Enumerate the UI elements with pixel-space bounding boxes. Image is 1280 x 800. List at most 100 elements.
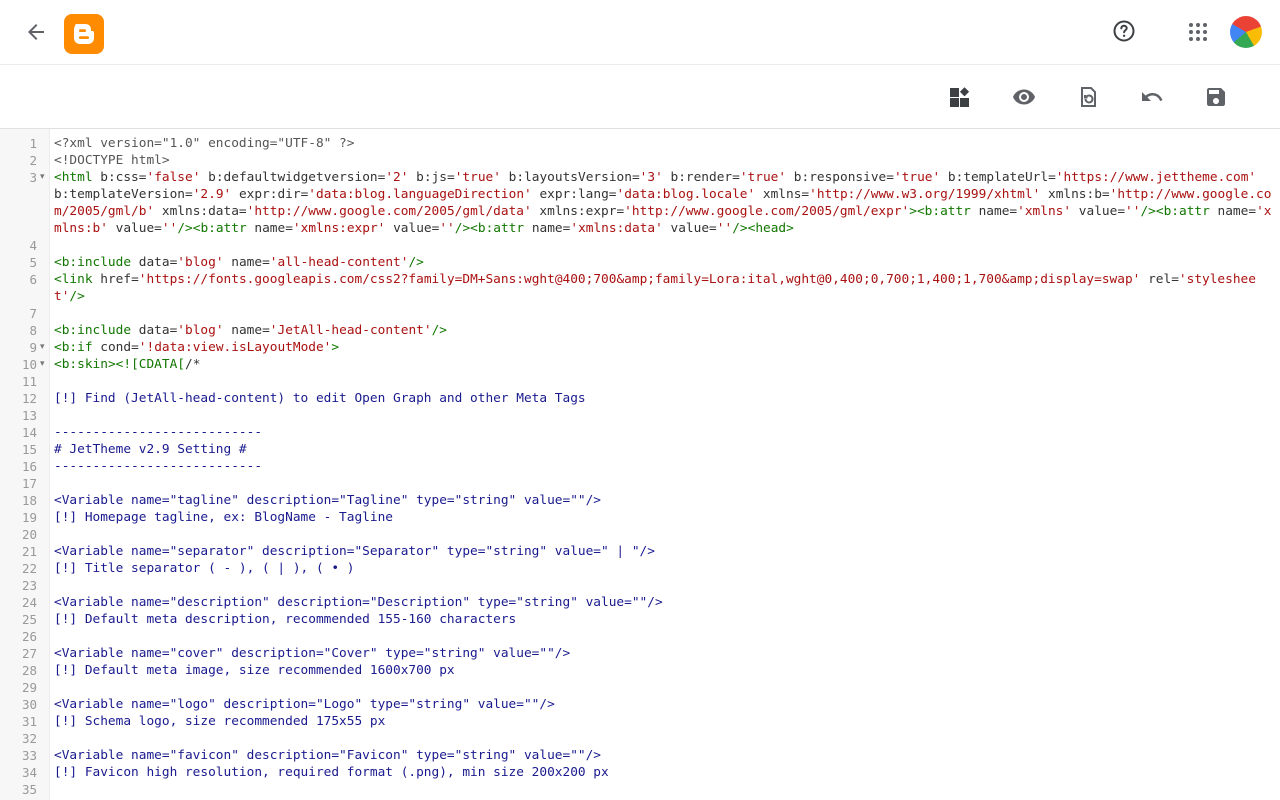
code-line[interactable]: 23 (0, 577, 1280, 594)
line-number: 3 (29, 170, 37, 185)
code-line[interactable]: 31 [!] Schema logo, size recommended 175x… (0, 713, 1280, 730)
line-number: 26 (21, 629, 37, 644)
line-number: 19 (21, 510, 37, 525)
code-line-text: [!] Default meta description, recommende… (54, 612, 517, 627)
line-number: 35 (21, 782, 37, 797)
code-line[interactable]: 35 (0, 781, 1280, 798)
code-line-text: <Variable name="logo" description="Logo"… (54, 697, 555, 712)
code-line[interactable]: 4 (0, 237, 1280, 254)
code-line-text: [!] Default meta image, size recommended… (54, 663, 455, 678)
code-line[interactable]: 2 <!DOCTYPE html> (0, 152, 1280, 169)
code-line[interactable]: 19 [!] Homepage tagline, ex: BlogName - T… (0, 509, 1280, 526)
code-line[interactable]: 29 (0, 679, 1280, 696)
line-number: 12 (21, 391, 37, 406)
line-number: 11 (21, 374, 37, 389)
back-arrow-icon[interactable] (16, 12, 56, 52)
line-number: 9 (29, 340, 37, 355)
fold-toggle-icon[interactable]: ▾ (40, 169, 45, 186)
code-line[interactable]: 22 [!] Title separator ( - ), ( | ), ( • … (0, 560, 1280, 577)
code-line[interactable]: 11 (0, 373, 1280, 390)
code-line[interactable]: 17 (0, 475, 1280, 492)
code-line[interactable]: 15 # JetTheme v2.9 Setting # (0, 441, 1280, 458)
code-line[interactable]: 6 <link href='https://fonts.googleapis.co… (0, 271, 1280, 305)
code-line-text: --------------------------- (54, 459, 263, 474)
apps-grid-icon[interactable] (1178, 12, 1218, 52)
line-number: 23 (21, 578, 37, 593)
code-line-text: --------------------------- (54, 425, 263, 440)
code-line-text: <Variable name="cover" description="Cove… (54, 646, 571, 661)
code-line[interactable]: 32 (0, 730, 1280, 747)
code-line[interactable]: 20 (0, 526, 1280, 543)
code-line-text: <Variable name="tagline" description="Ta… (54, 493, 602, 508)
code-area[interactable]: 1 <?xml version="1.0" encoding="UTF-8" ?>… (0, 135, 1280, 798)
code-line[interactable]: 24 <Variable name="description" descripti… (0, 594, 1280, 611)
fold-toggle-icon[interactable]: ▾ (40, 339, 45, 356)
code-line-text: <b:include data='blog' name='all-head-co… (54, 255, 424, 270)
code-line[interactable]: 18 <Variable name="tagline" description="… (0, 492, 1280, 509)
line-number: 15 (21, 442, 37, 457)
code-line[interactable]: 14 --------------------------- (0, 424, 1280, 441)
code-editor[interactable]: 1 <?xml version="1.0" encoding="UTF-8" ?>… (0, 129, 1280, 800)
line-number: 25 (21, 612, 37, 627)
line-number: 8 (29, 323, 37, 338)
line-number: 20 (21, 527, 37, 542)
code-line[interactable]: 30 <Variable name="logo" description="Log… (0, 696, 1280, 713)
code-line[interactable]: 26 (0, 628, 1280, 645)
top-app-bar (0, 0, 1280, 65)
line-number: 4 (29, 238, 37, 253)
line-number: 1 (29, 136, 37, 151)
code-line-text: <Variable name="separator" description="… (54, 544, 655, 559)
line-number: 34 (21, 765, 37, 780)
code-line-text: <Variable name="favicon" description="Fa… (54, 748, 602, 763)
code-line-text: <b:if cond='!data:view.isLayoutMode'> (54, 340, 340, 355)
code-line[interactable]: 28 [!] Default meta image, size recommend… (0, 662, 1280, 679)
line-number: 29 (21, 680, 37, 695)
line-number: 21 (21, 544, 37, 559)
code-line[interactable]: 27 <Variable name="cover" description="Co… (0, 645, 1280, 662)
code-line[interactable]: 16 --------------------------- (0, 458, 1280, 475)
code-line[interactable]: 9 ▾ <b:if cond='!data:view.isLayoutMode'> (0, 339, 1280, 356)
line-number: 33 (21, 748, 37, 763)
code-line[interactable]: 3 ▾ <html b:css='false' b:defaultwidgetver… (0, 169, 1280, 237)
save-icon[interactable] (1194, 75, 1238, 119)
code-line[interactable]: 12 [!] Find (JetAll-head-content) to edit… (0, 390, 1280, 407)
code-line-text: [!] Schema logo, size recommended 175x55… (54, 714, 386, 729)
code-line[interactable]: 1 <?xml version="1.0" encoding="UTF-8" ?> (0, 135, 1280, 152)
line-number: 24 (21, 595, 37, 610)
code-line-text: # JetTheme v2.9 Setting # (54, 442, 247, 457)
code-line-text: <html b:css='false' b:defaultwidgetversi… (54, 170, 1272, 236)
revert-icon[interactable] (1066, 75, 1110, 119)
code-line-text: <!DOCTYPE html> (54, 153, 170, 168)
code-line-text: <link href='https://fonts.googleapis.com… (54, 272, 1256, 304)
code-line[interactable]: 33 <Variable name="favicon" description="… (0, 747, 1280, 764)
code-line[interactable]: 10 ▾ <b:skin><![CDATA[/* (0, 356, 1280, 373)
code-line-text: <?xml version="1.0" encoding="UTF-8" ?> (54, 136, 355, 151)
line-number: 28 (21, 663, 37, 678)
account-avatar[interactable] (1230, 16, 1262, 48)
code-line[interactable]: 7 (0, 305, 1280, 322)
line-number: 17 (21, 476, 37, 491)
help-icon[interactable] (1104, 11, 1144, 51)
code-line-text: [!] Favicon high resolution, required fo… (54, 765, 609, 780)
line-number: 32 (21, 731, 37, 746)
code-line[interactable]: 21 <Variable name="separator" description… (0, 543, 1280, 560)
code-line[interactable]: 13 (0, 407, 1280, 424)
code-line-text: <Variable name="description" description… (54, 595, 663, 610)
code-line[interactable]: 8 <b:include data='blog' name='JetAll-hea… (0, 322, 1280, 339)
code-line-text: [!] Homepage tagline, ex: BlogName - Tag… (54, 510, 393, 525)
fold-toggle-icon[interactable]: ▾ (40, 356, 45, 373)
code-line[interactable]: 5 <b:include data='blog' name='all-head-c… (0, 254, 1280, 271)
code-line-text: [!] Title separator ( - ), ( | ), ( • ) (54, 561, 355, 576)
jump-to-widget-icon[interactable] (938, 75, 982, 119)
code-line[interactable]: 34 [!] Favicon high resolution, required … (0, 764, 1280, 781)
line-number: 2 (29, 153, 37, 168)
preview-icon[interactable] (1002, 75, 1046, 119)
code-line[interactable]: 25 [!] Default meta description, recommen… (0, 611, 1280, 628)
line-number: 6 (29, 272, 37, 287)
blogger-logo[interactable] (64, 14, 104, 54)
line-number: 13 (21, 408, 37, 423)
line-number: 14 (21, 425, 37, 440)
line-number: 10 (21, 357, 37, 372)
editor-toolbar (0, 65, 1280, 129)
undo-icon[interactable] (1130, 75, 1174, 119)
